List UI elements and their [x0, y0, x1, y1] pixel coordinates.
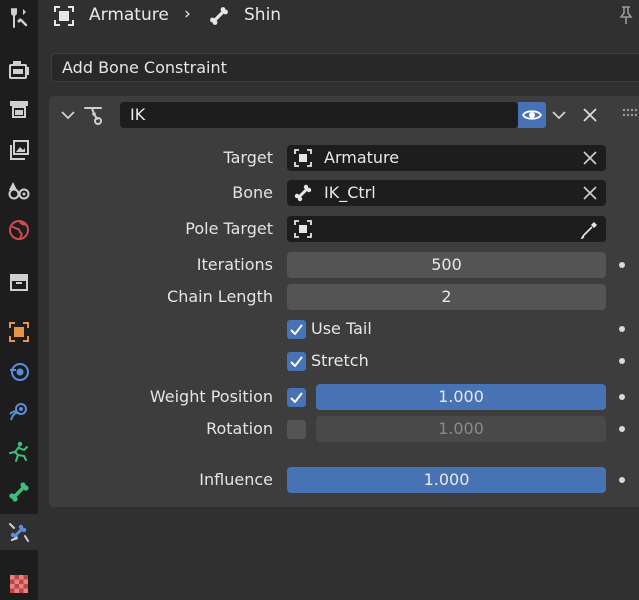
constraint-name-input[interactable]: [120, 102, 518, 128]
tab-texture[interactable]: [0, 566, 38, 600]
tab-output[interactable]: [0, 92, 38, 128]
tool-icon: [11, 8, 28, 28]
world-icon: [9, 220, 29, 240]
target-value: Armature: [324, 148, 400, 167]
breadcrumb: Armature › Shin: [38, 0, 639, 34]
target-label: Target: [223, 148, 274, 167]
physics-icon: [9, 403, 27, 421]
properties-editor: Armature › Shin Add Bone Constraint IK T…: [38, 0, 639, 600]
object-icon: [294, 220, 312, 238]
influence-keyframe-dot[interactable]: [619, 477, 625, 483]
collection-icon: [10, 274, 28, 291]
scene-icon: [8, 182, 30, 200]
modifiers-icon: [10, 363, 29, 381]
render-icon: [9, 61, 29, 79]
clear-target-icon[interactable]: [583, 151, 597, 165]
rotation-checkbox[interactable]: [287, 420, 306, 439]
influence-field[interactable]: 1.000: [287, 467, 606, 493]
ik-constraint-panel: Target Armature Bone IK_Ctrl: [49, 96, 639, 507]
texture-icon: [10, 575, 28, 593]
tab-scene[interactable]: [0, 172, 38, 208]
collapse-chevron-icon[interactable]: [61, 110, 75, 120]
output-icon: [10, 101, 28, 118]
breadcrumb-separator-icon: ›: [184, 4, 191, 24]
target-field[interactable]: Armature: [287, 145, 606, 171]
tab-render[interactable]: [0, 52, 38, 88]
rotation-keyframe-dot[interactable]: [619, 426, 625, 432]
object-icon: [9, 322, 29, 342]
stretch-label[interactable]: Stretch: [311, 351, 369, 370]
delete-constraint-icon[interactable]: [583, 108, 597, 122]
armature-object-icon: [294, 149, 312, 167]
use-tail-label[interactable]: Use Tail: [311, 319, 372, 338]
tab-modifiers[interactable]: [0, 354, 38, 390]
pole-target-label: Pole Target: [185, 219, 273, 238]
weight-position-field[interactable]: 1.000: [316, 384, 606, 410]
tab-bone-constraints[interactable]: [0, 514, 38, 550]
tab-bone[interactable]: [0, 474, 38, 510]
bone-constraint-icon: [9, 523, 29, 542]
bone-icon: [294, 184, 312, 202]
clear-bone-icon[interactable]: [583, 186, 597, 200]
use-tail-keyframe-dot[interactable]: [619, 326, 625, 332]
tab-physics[interactable]: [0, 394, 38, 430]
bone-label: Bone: [232, 183, 273, 202]
bone-icon: [9, 482, 29, 502]
breadcrumb-object[interactable]: Armature: [89, 5, 169, 25]
tab-tool[interactable]: [0, 0, 38, 36]
rotation-field[interactable]: 1.000: [316, 416, 606, 442]
bone-field[interactable]: IK_Ctrl: [287, 180, 606, 206]
checkmark-icon: [290, 356, 303, 367]
stretch-checkbox[interactable]: [287, 352, 306, 371]
constraint-menu-chevron-icon[interactable]: [552, 110, 566, 120]
pin-icon[interactable]: [617, 5, 635, 25]
properties-tab-bar: [0, 0, 38, 600]
use-tail-checkbox[interactable]: [287, 320, 306, 339]
eyedropper-icon[interactable]: [580, 219, 600, 239]
tab-world[interactable]: [0, 212, 38, 248]
checkmark-icon: [290, 324, 303, 335]
stretch-keyframe-dot[interactable]: [619, 358, 625, 364]
breadcrumb-bone[interactable]: Shin: [244, 5, 281, 25]
tab-object-data[interactable]: [0, 434, 38, 470]
add-bone-constraint-label: Add Bone Constraint: [62, 58, 227, 77]
pole-target-field[interactable]: [287, 216, 606, 242]
eye-icon: [522, 110, 542, 120]
weight-position-label: Weight Position: [149, 387, 273, 406]
constraint-visibility-toggle[interactable]: [518, 102, 546, 128]
iterations-keyframe-dot[interactable]: [619, 262, 625, 268]
bone-icon: [210, 7, 228, 25]
add-bone-constraint-button[interactable]: Add Bone Constraint: [51, 53, 639, 82]
tab-view-layer[interactable]: [0, 132, 38, 168]
view-layer-icon: [10, 140, 29, 160]
weight-position-keyframe-dot[interactable]: [619, 394, 625, 400]
ik-constraint-icon: [84, 107, 102, 125]
tab-collection[interactable]: [0, 264, 38, 300]
weight-position-checkbox[interactable]: [287, 388, 306, 407]
bone-value: IK_Ctrl: [324, 183, 376, 202]
checkmark-icon: [290, 392, 303, 403]
influence-label: Influence: [199, 470, 273, 489]
rotation-label: Rotation: [206, 419, 273, 438]
chain-length-field[interactable]: 2: [287, 284, 606, 310]
iterations-field[interactable]: 500: [287, 252, 606, 278]
iterations-label: Iterations: [196, 255, 273, 274]
tab-object[interactable]: [0, 314, 38, 350]
drag-handle-icon[interactable]: [622, 108, 638, 118]
chain-length-label: Chain Length: [167, 287, 273, 306]
armature-object-icon: [54, 6, 74, 26]
armature-data-icon: [9, 441, 28, 462]
